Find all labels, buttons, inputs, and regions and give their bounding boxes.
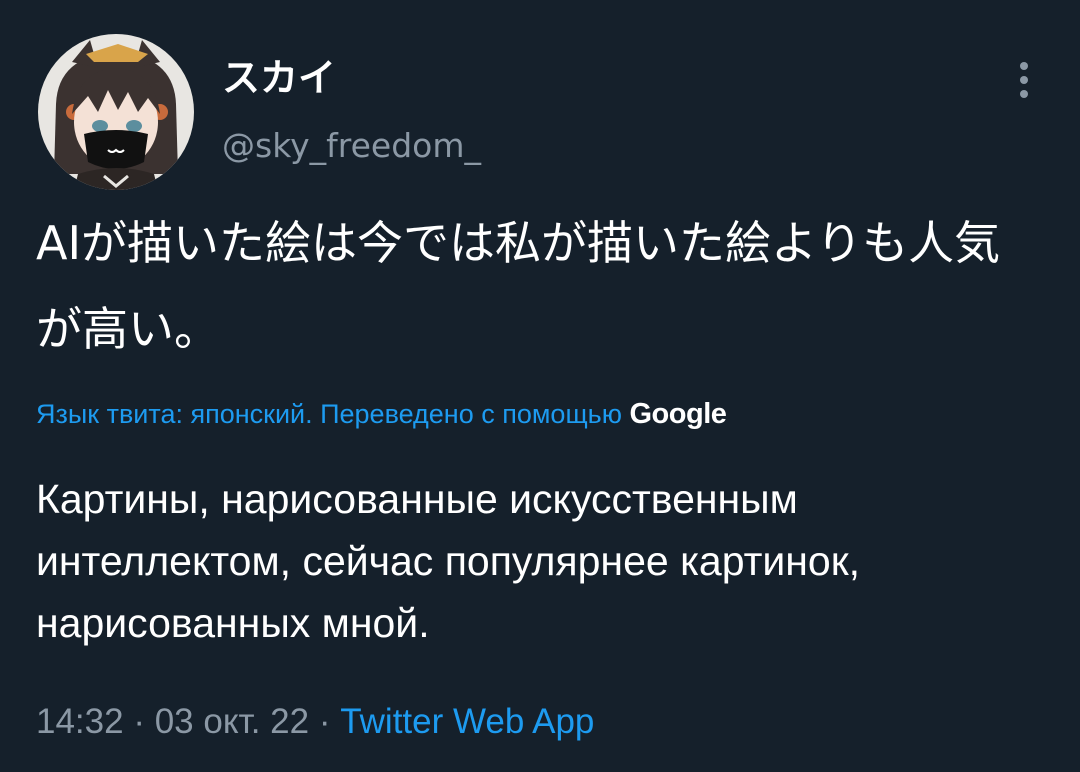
translation-notice[interactable]: Язык твита: японский. Переведено с помощ… bbox=[36, 396, 1046, 432]
avatar[interactable] bbox=[38, 34, 194, 190]
translated-text: Картины, нарисованные искусственным инте… bbox=[36, 476, 861, 646]
more-options-button[interactable] bbox=[1000, 50, 1048, 114]
meta-separator: · bbox=[318, 702, 331, 741]
tweet-time[interactable]: 14:32 bbox=[36, 702, 124, 741]
google-logo: Google bbox=[629, 398, 727, 430]
tweet-date[interactable]: 03 окт. 22 bbox=[155, 702, 309, 741]
meta-separator: · bbox=[133, 702, 145, 741]
tweet-card: スカイ @sky_freedom_ AIが描いた絵は今では私が描いた絵よりも人気… bbox=[0, 0, 1080, 772]
translation-notice-text: Язык твита: японский. Переведено с помощ… bbox=[36, 399, 622, 429]
tweet-source-link[interactable]: Twitter Web App bbox=[340, 702, 594, 741]
tweet-text: AIが描いた絵は今では私が描いた絵よりも人気が高い。 bbox=[36, 216, 1001, 356]
tweet-meta: 14:32 · 03 окт. 22 · Twitter Web App bbox=[36, 700, 594, 744]
author-handle[interactable]: @sky_freedom_ bbox=[222, 126, 481, 166]
avatar-image bbox=[38, 34, 194, 190]
author-display-name[interactable]: スカイ bbox=[222, 56, 336, 100]
more-vertical-icon bbox=[1020, 62, 1028, 98]
